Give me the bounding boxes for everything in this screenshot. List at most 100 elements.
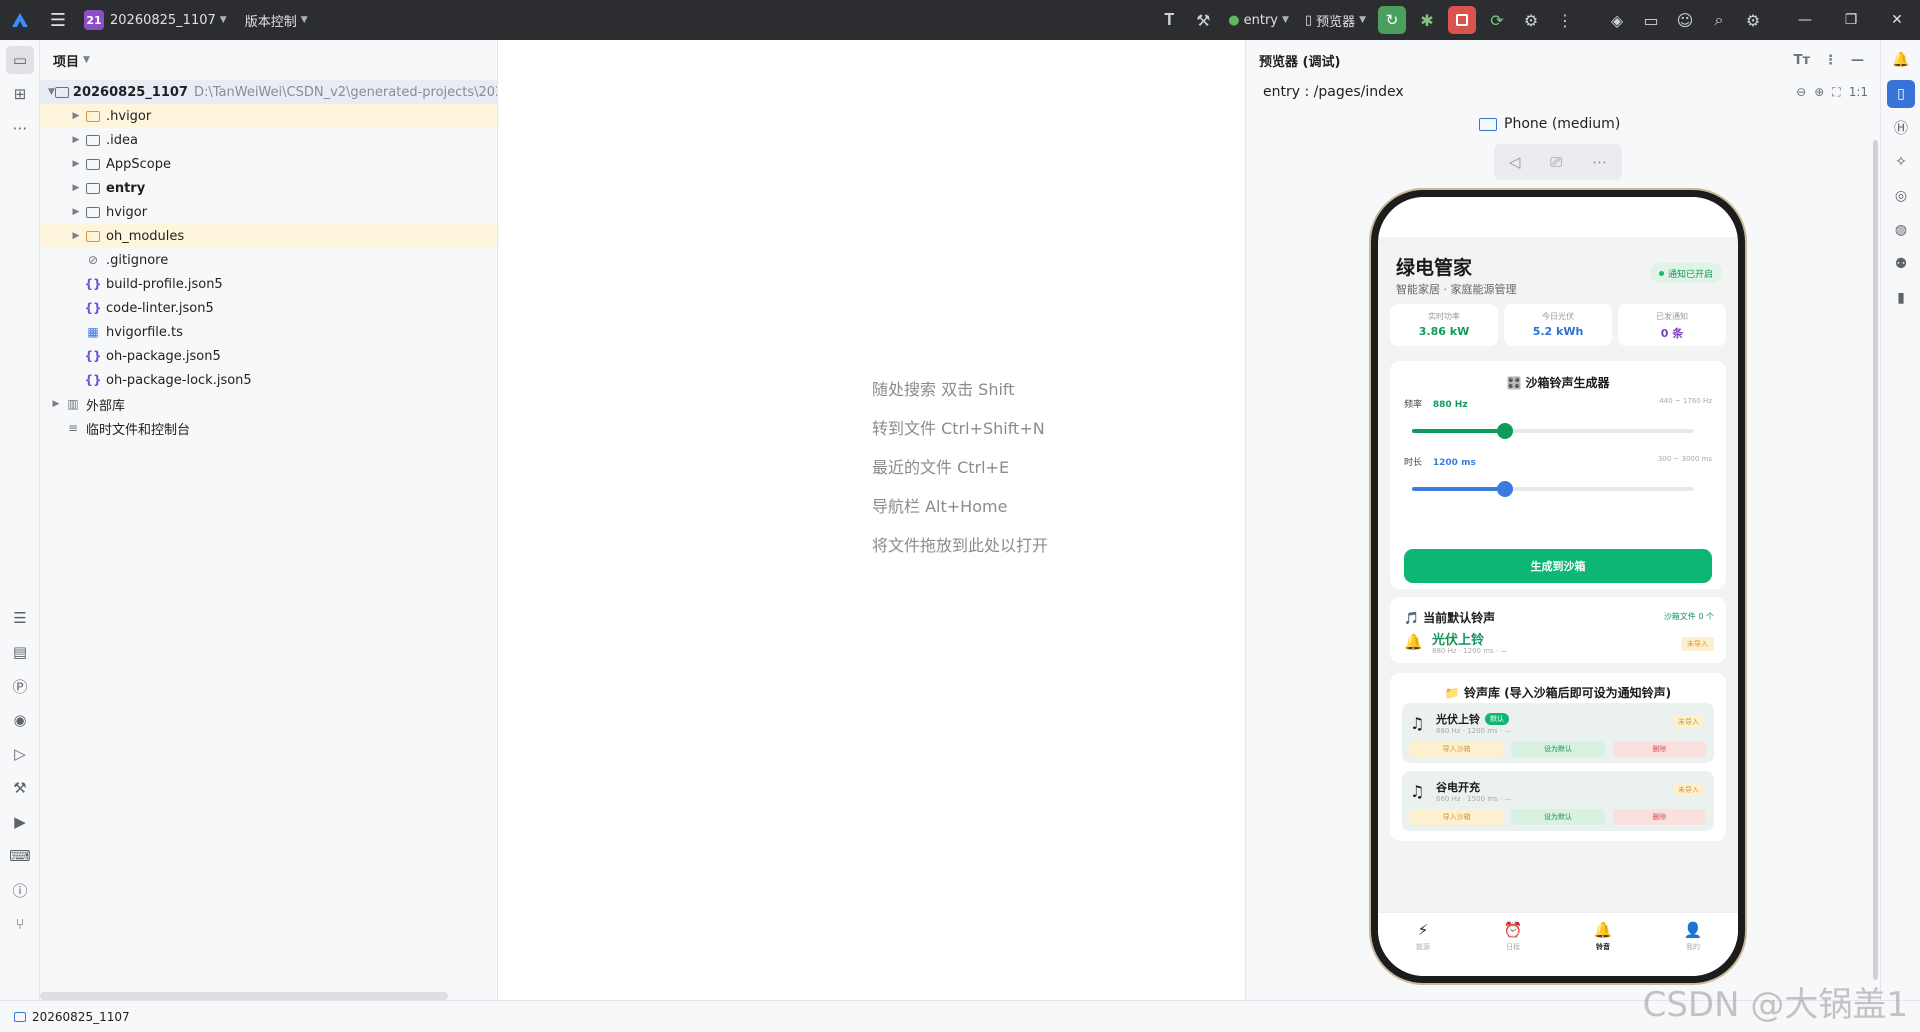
frequency-slider[interactable]: [1412, 423, 1694, 439]
tab-schedule[interactable]: ⏰ 日程: [1468, 913, 1558, 976]
project-badge[interactable]: 21: [84, 10, 104, 30]
project-switcher[interactable]: 20260825_1107: [110, 13, 216, 28]
hint-recent-files: 最近的文件 Ctrl+E: [872, 458, 1010, 477]
set-default-button[interactable]: 设为默认: [1511, 741, 1605, 757]
more-icon[interactable]: ⋮: [1824, 53, 1837, 68]
frequency-slider-handle[interactable]: [1497, 423, 1514, 439]
settings-gear-icon[interactable]: ⚙: [1736, 0, 1770, 40]
ai-assistant-icon[interactable]: ✧: [1887, 148, 1915, 176]
actual-size-button[interactable]: 1:1: [1849, 85, 1868, 99]
device-select[interactable]: ▯ 预览器 ▼: [1297, 0, 1374, 40]
tab-energy[interactable]: ⚡ 能源: [1378, 913, 1468, 976]
tree-item-label: AppScope: [106, 156, 171, 172]
search-icon[interactable]: ⌕: [1702, 0, 1736, 40]
tree-item-external-libs[interactable]: ▶ ▥ 外部库: [40, 392, 497, 416]
run-services-icon[interactable]: ▷: [6, 740, 34, 768]
delete-button[interactable]: 删除: [1612, 809, 1706, 825]
sandbox-file-count[interactable]: 沙箱文件 0 个: [1664, 611, 1714, 622]
generate-to-sandbox-button[interactable]: 生成到沙箱: [1404, 549, 1712, 583]
tree-item-code-linter[interactable]: {} code-linter.json5: [40, 296, 497, 320]
tab-ringtone[interactable]: 🔔 铃音: [1558, 913, 1648, 976]
tree-item-appscope[interactable]: ▶ AppScope: [40, 152, 497, 176]
stop-button[interactable]: [1448, 6, 1476, 34]
rotate-device-icon[interactable]: ⎚: [1550, 153, 1562, 171]
zoom-out-icon[interactable]: ⊖: [1796, 85, 1806, 99]
tree-item-gitignore[interactable]: ⊘ .gitignore: [40, 248, 497, 272]
tree-item-scratches[interactable]: ≡ 临时文件和控制台: [40, 416, 497, 440]
font-size-icon[interactable]: Tт: [1794, 53, 1810, 68]
more-options-icon[interactable]: ⋯: [1592, 153, 1607, 171]
ringtone-item[interactable]: ♫ 谷电开充 660 Hz · 1500 ms · — 未导入 导入沙箱 设为默…: [1402, 771, 1714, 831]
more-tools-icon[interactable]: ⋯: [6, 114, 34, 142]
duration-slider[interactable]: [1412, 481, 1694, 497]
robot-icon[interactable]: ⚉: [1887, 250, 1915, 278]
text-format-icon[interactable]: 𝐓: [1152, 0, 1186, 40]
back-icon[interactable]: ◁: [1509, 153, 1521, 171]
previewer-scrollbar[interactable]: [1873, 140, 1878, 980]
notification-status-badge[interactable]: 通知已开启: [1649, 263, 1722, 283]
project-folder-icon[interactable]: ▭: [6, 46, 34, 74]
current-ringtone-title: 🎵 当前默认铃声: [1404, 611, 1496, 625]
restore-button[interactable]: ❐: [1828, 0, 1874, 40]
deveco-logo-icon[interactable]: [0, 0, 40, 40]
tree-item-oh-package[interactable]: {} oh-package.json5: [40, 344, 497, 368]
editor-empty-area[interactable]: 随处搜索 双击 Shift 转到文件 Ctrl+Shift+N 最近的文件 Ct…: [498, 40, 1246, 1000]
profiler-icon[interactable]: ◈: [1600, 0, 1634, 40]
run-icon[interactable]: ▶: [6, 808, 34, 836]
zoom-in-icon[interactable]: ⊕: [1814, 85, 1824, 99]
tree-item-oh-package-lock[interactable]: {} oh-package-lock.json5: [40, 368, 497, 392]
codegenie-icon[interactable]: ◍: [1887, 216, 1915, 244]
tree-item-idea[interactable]: ▶ .idea: [40, 128, 497, 152]
problems-icon[interactable]: ⓘ: [6, 876, 34, 904]
build-icon[interactable]: ⚒: [6, 774, 34, 802]
hot-reload-icon[interactable]: ⟳: [1480, 0, 1514, 40]
device-manager-icon[interactable]: ▭: [1634, 0, 1668, 40]
structure-icon[interactable]: ⊞: [6, 80, 34, 108]
preview-eye-icon[interactable]: ◉: [6, 706, 34, 734]
vcs-menu[interactable]: 版本控制: [245, 11, 297, 30]
ringtone-item[interactable]: ♫ 光伏上铃 默认 880 Hz · 1200 ms · — 未导入 导入沙箱 …: [1402, 703, 1714, 763]
device-selector[interactable]: Phone (medium): [1479, 116, 1620, 132]
import-sandbox-button[interactable]: 导入沙箱: [1410, 809, 1504, 825]
run-target-select[interactable]: ● entry ▼: [1220, 0, 1297, 40]
tree-item-hvigor[interactable]: ▶ hvigor: [40, 200, 497, 224]
account-icon[interactable]: ☺: [1668, 0, 1702, 40]
set-default-button[interactable]: 设为默认: [1511, 809, 1605, 825]
main-menu-icon[interactable]: ☰: [40, 0, 76, 40]
more-icon[interactable]: ⋮: [1548, 0, 1582, 40]
rerun-button[interactable]: ↻: [1378, 6, 1406, 34]
attach-debugger-icon[interactable]: ⚙: [1514, 0, 1548, 40]
tree-item-hvigor-hidden[interactable]: ▶ .hvigor: [40, 104, 497, 128]
horizontal-scrollbar[interactable]: [40, 992, 448, 1000]
status-project-name[interactable]: 20260825_1107: [32, 1010, 130, 1024]
notifications-bell-icon[interactable]: 🔔: [1887, 46, 1915, 74]
minimize-button[interactable]: —: [1782, 0, 1828, 40]
tree-item-oh-modules[interactable]: ▶ oh_modules: [40, 224, 497, 248]
tree-item-hvigorfile[interactable]: ▦ hvigorfile.ts: [40, 320, 497, 344]
tab-profile[interactable]: 👤 我的: [1648, 913, 1738, 976]
terminal-icon[interactable]: ⌨: [6, 842, 34, 870]
tree-item-label: .hvigor: [106, 108, 152, 124]
project-panel-header[interactable]: 项目 ▼: [40, 40, 497, 80]
harmony-h-icon[interactable]: Ⓗ: [1887, 114, 1915, 142]
hammer-icon[interactable]: ⚒: [1186, 0, 1220, 40]
profiler-p-icon[interactable]: Ⓟ: [6, 672, 34, 700]
layout-inspector-icon[interactable]: ▤: [6, 638, 34, 666]
fit-screen-icon[interactable]: ⛶: [1832, 85, 1840, 100]
ringtone-name-row: 谷电开充: [1436, 779, 1480, 795]
record-icon[interactable]: ◎: [1887, 182, 1915, 210]
minimize-panel-icon[interactable]: —: [1851, 53, 1864, 68]
tree-item-build-profile[interactable]: {} build-profile.json5: [40, 272, 497, 296]
tree-root[interactable]: ▼ 20260825_1107 D:\TanWeiWei\CSDN_v2\gen…: [40, 80, 497, 104]
user-icon: 👤: [1683, 921, 1703, 939]
import-sandbox-button[interactable]: 导入沙箱: [1410, 741, 1504, 757]
debug-icon[interactable]: ✱: [1410, 0, 1444, 40]
device-phone-icon[interactable]: ▮: [1887, 284, 1915, 312]
delete-button[interactable]: 删除: [1612, 741, 1706, 757]
duration-slider-handle[interactable]: [1497, 481, 1514, 497]
git-branch-icon[interactable]: ⑂: [6, 910, 34, 938]
todo-icon[interactable]: ☰: [6, 604, 34, 632]
previewer-tool-icon[interactable]: ▯: [1887, 80, 1915, 108]
tree-item-entry[interactable]: ▶ entry: [40, 176, 497, 200]
close-button[interactable]: ✕: [1874, 0, 1920, 40]
